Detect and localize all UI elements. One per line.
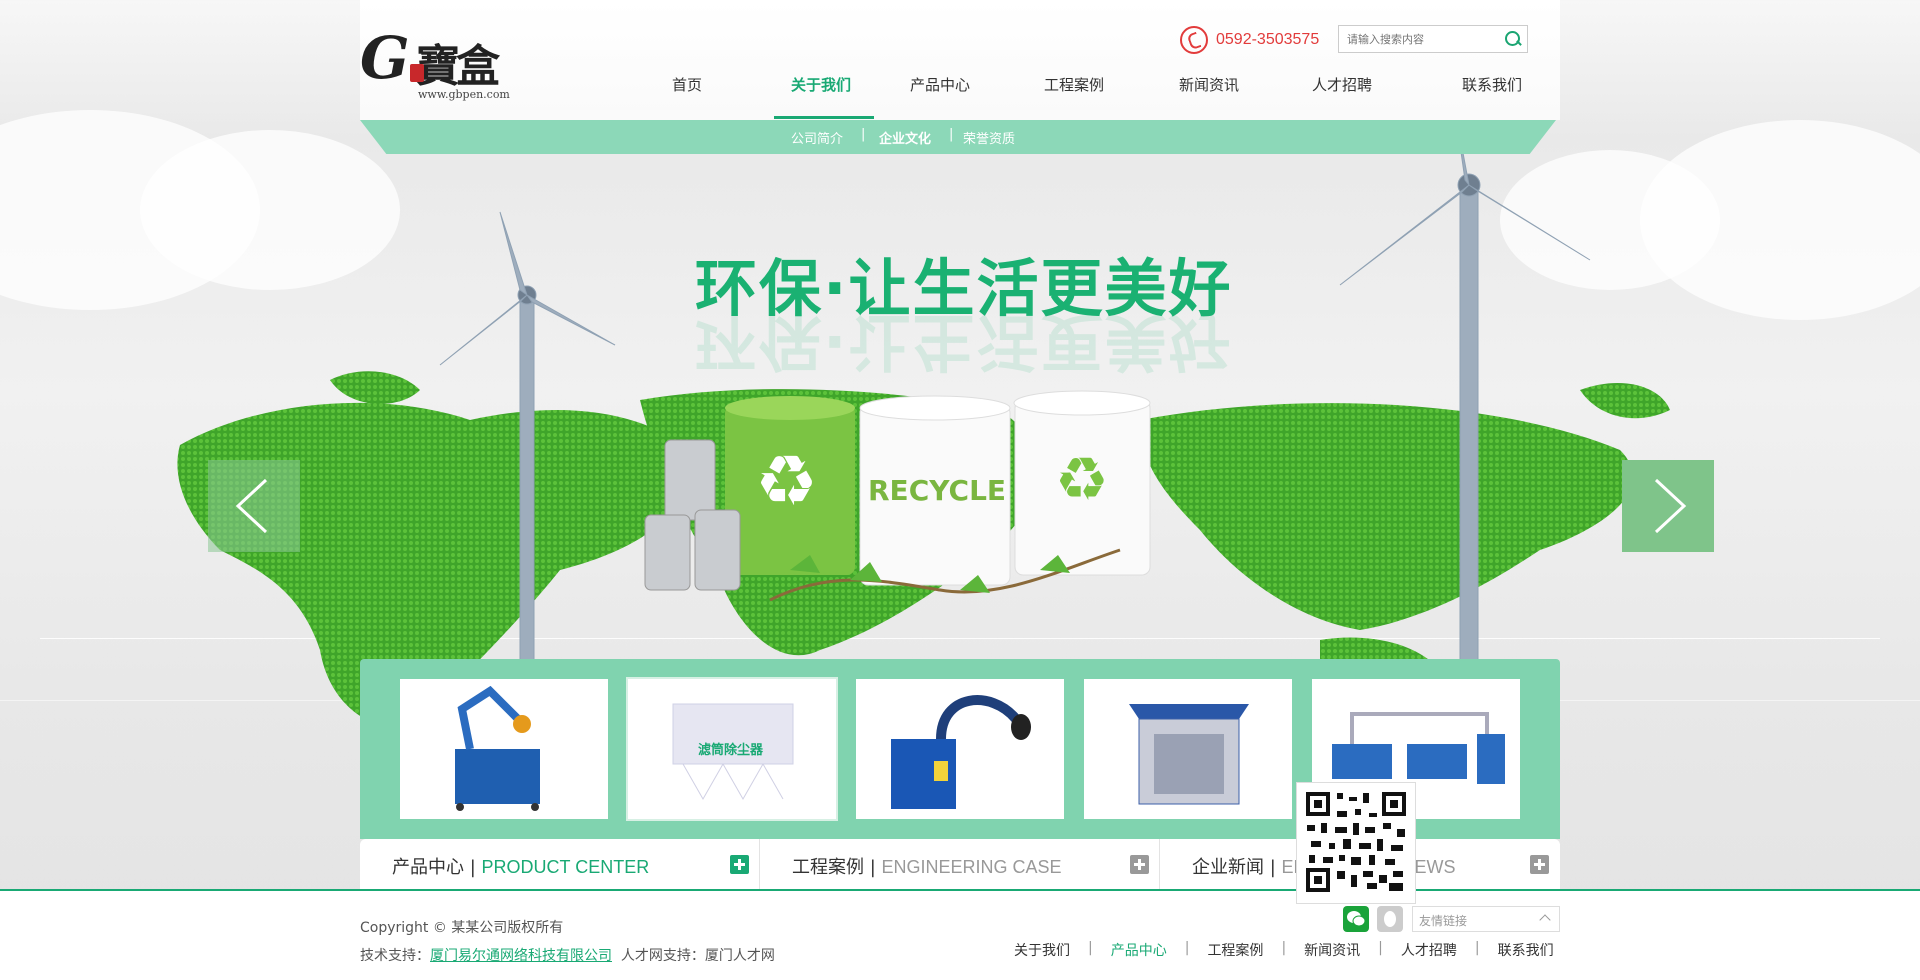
svg-text:♻: ♻ (755, 440, 818, 522)
tab-divider (759, 839, 760, 891)
logo-glyph: G (360, 24, 410, 92)
tech-support-line: 技术支持：厦门易尔通网络科技有限公司 人才网支持：厦门人才网 (360, 945, 775, 965)
nav-cases[interactable]: 工程案例 (1044, 74, 1104, 95)
logo[interactable]: G 寶盒 www.gbpen.com (360, 24, 510, 104)
qq-icon[interactable] (1377, 906, 1403, 932)
subnav-company-profile[interactable]: 公司简介 (791, 128, 843, 147)
product-card-arm-collector[interactable] (400, 679, 608, 819)
chevron-up-icon (1539, 914, 1551, 926)
search-icon[interactable] (1505, 31, 1521, 47)
svg-text:♻: ♻ (1055, 445, 1109, 515)
tab-engineering-case-en: ENGINEERING CASE (881, 857, 1062, 877)
footer-link-products[interactable]: 产品中心 (1111, 940, 1167, 960)
tab-product-center-en: PRODUCT CENTER (481, 857, 650, 877)
tab-engineering-case[interactable]: 工程案例 | ENGINEERING CASE (792, 853, 1062, 879)
subnav-culture[interactable]: 企业文化 (879, 128, 931, 147)
phone-contact: 0592-3503575 (1180, 26, 1319, 54)
fume-extractor-image (891, 695, 1031, 809)
logo-seal (410, 64, 424, 82)
chevron-left-icon (235, 478, 268, 534)
footer-link-contact[interactable]: 联系我们 (1498, 940, 1554, 960)
carousel-prev-button[interactable] (208, 460, 300, 552)
talent-support: 人才网支持：厦门人才网 (620, 948, 775, 964)
arm-dust-collector-image (455, 685, 540, 811)
nav-active-indicator (774, 116, 874, 119)
footer-link-news[interactable]: 新闻资讯 (1304, 940, 1360, 960)
filter-collector-label: 滤筒除尘器 (698, 742, 764, 758)
main-nav: 首页 关于我们 产品中心 工程案例 新闻资讯 人才招聘 联系我们 (660, 62, 1560, 120)
nav-news[interactable]: 新闻资讯 (1179, 74, 1239, 95)
footer-link-careers[interactable]: 人才招聘 (1401, 940, 1457, 960)
hero-slogan-reflection: 环保·让生活更美好 (695, 305, 1233, 378)
friend-links-label: 友情链接 (1419, 914, 1468, 928)
tab-enterprise-news-cn: 企业新闻 (1192, 857, 1264, 878)
copyright-text: Copyright © 某某公司版权所有 (360, 920, 564, 936)
search-box (1338, 25, 1528, 53)
search-input[interactable] (1339, 26, 1499, 52)
filter-dust-collector-image: 滤筒除尘器 (672, 703, 794, 801)
spray-booth-image (1129, 704, 1249, 805)
tech-support-link[interactable]: 厦门易尔通网络科技有限公司 (430, 948, 612, 964)
tab-product-center-cn: 产品中心 (392, 857, 464, 878)
header: G 寶盒 www.gbpen.com 0592-3503575 首页 关于我们 … (360, 0, 1560, 120)
recycle-text: RECYCLE (868, 474, 1006, 507)
nav-products[interactable]: 产品中心 (910, 74, 970, 95)
nav-contact[interactable]: 联系我们 (1462, 74, 1522, 95)
sub-nav: 公司简介 | 企业文化 | 荣誉资质 (360, 120, 1556, 154)
tech-support-prefix: 技术支持： (360, 948, 430, 964)
phone-icon (1180, 26, 1208, 54)
footer-link-about[interactable]: 关于我们 (1014, 940, 1070, 960)
plus-icon[interactable] (1130, 855, 1149, 874)
nav-about[interactable]: 关于我们 (791, 74, 851, 95)
phone-number: 0592-3503575 (1216, 31, 1320, 48)
nav-careers[interactable]: 人才招聘 (1312, 74, 1372, 95)
plus-icon[interactable] (730, 855, 749, 874)
carousel-next-button[interactable] (1622, 460, 1714, 552)
footer-links: 关于我们 | 产品中心 | 工程案例 | 新闻资讯 | 人才招聘 | 联系我们 (1014, 940, 1554, 960)
wechat-icon[interactable] (1343, 906, 1369, 932)
nav-home[interactable]: 首页 (672, 74, 702, 95)
tab-divider (1159, 839, 1160, 891)
footer (0, 889, 1920, 980)
tab-engineering-case-cn: 工程案例 (792, 857, 864, 878)
friend-links-select[interactable]: 友情链接 (1412, 906, 1560, 932)
chevron-right-icon (1654, 478, 1687, 534)
qr-code-image (1306, 792, 1406, 892)
logo-url: www.gbpen.com (418, 88, 510, 101)
subnav-honors[interactable]: 荣誉资质 (963, 128, 1015, 147)
footer-link-cases[interactable]: 工程案例 (1207, 940, 1263, 960)
tab-product-center[interactable]: 产品中心 | PRODUCT CENTER (392, 853, 649, 879)
logo-text: 寶盒 (416, 41, 500, 92)
product-card-filter-collector[interactable]: 滤筒除尘器 (628, 679, 836, 819)
plus-icon[interactable] (1530, 855, 1549, 874)
product-card-spray-booth[interactable] (1084, 679, 1292, 819)
product-card-fume-extractor[interactable] (856, 679, 1064, 819)
wechat-qr-popup (1296, 782, 1416, 904)
